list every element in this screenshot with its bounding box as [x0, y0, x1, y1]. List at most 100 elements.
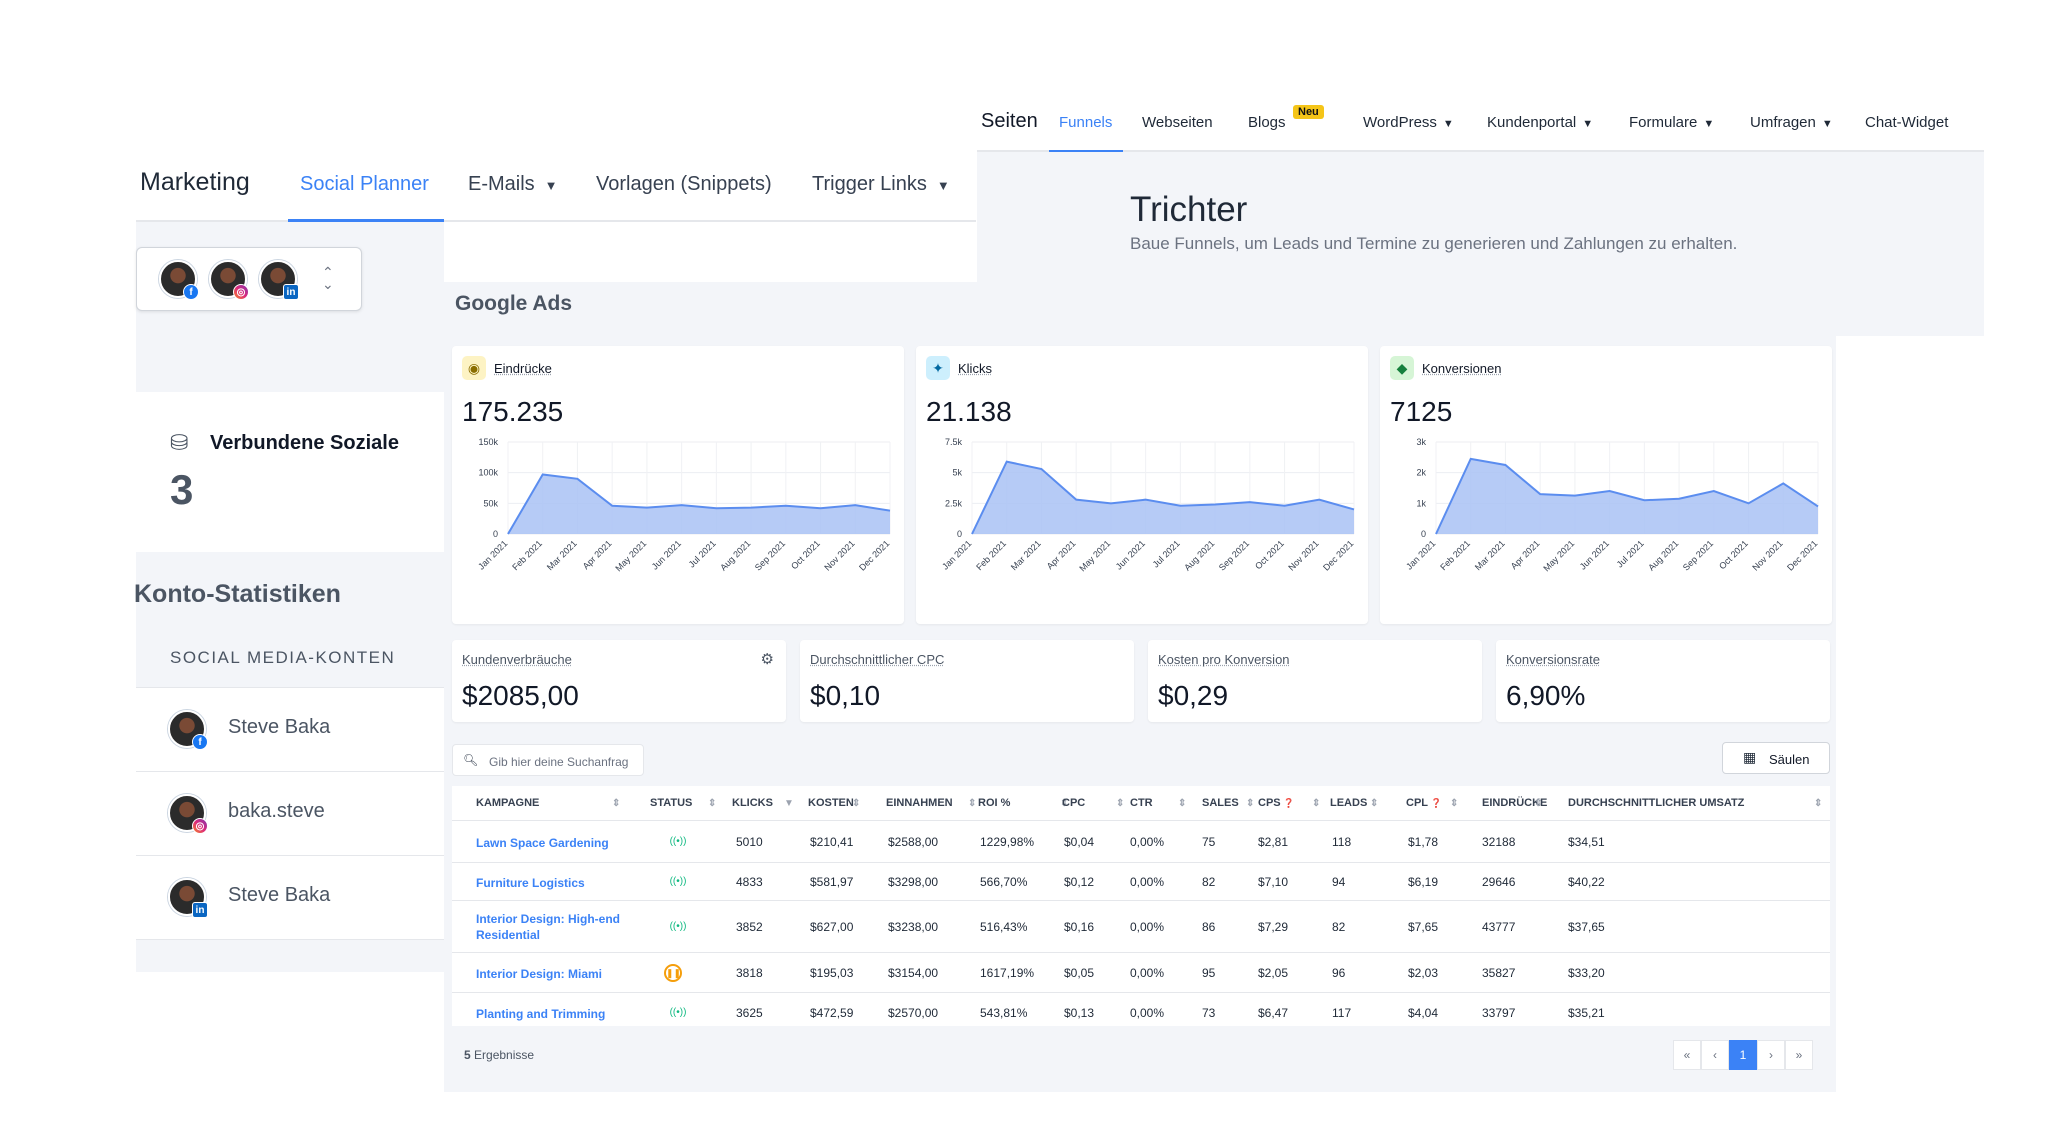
table-cell: $35,21 [1568, 1006, 1605, 1020]
table-row[interactable]: Planting and Trimming ((•)) 3625 $472,59 $25… [452, 992, 1830, 1032]
campaign-link[interactable]: Interior Design: High-end Residential [476, 911, 636, 943]
table-cell: $40,22 [1568, 875, 1605, 889]
page-nav-button[interactable]: « [1673, 1040, 1701, 1070]
account-selector[interactable]: f ◎ in ⌃ ⌄ [136, 247, 362, 311]
sort-icon[interactable]: ⇕ [608, 786, 620, 820]
nav-umfragen[interactable]: Umfragen ▼ [1750, 114, 1833, 131]
column-header[interactable]: LEADS [1330, 786, 1367, 820]
instagram-icon: ◎ [233, 284, 249, 300]
table-cell: $6,47 [1258, 1006, 1289, 1020]
nav-wordpress-label: WordPress [1363, 114, 1437, 131]
campaign-link[interactable]: Furniture Logistics [476, 875, 636, 891]
x-tick-label: Nov 2021 [1286, 538, 1320, 572]
sort-icon[interactable]: ⇕ [1366, 786, 1378, 820]
column-header[interactable]: CPL ❓ [1406, 786, 1442, 820]
table-cell: $210,41 [810, 835, 854, 849]
sort-icon[interactable]: ⇕ [1530, 786, 1542, 820]
kpi-card-cpc: Durchschnittlicher CPC $0,10 [800, 640, 1134, 722]
column-header[interactable]: CTR [1130, 786, 1153, 820]
column-header[interactable]: KOSTEN [808, 786, 854, 820]
sort-icon[interactable]: ⇕ [1112, 786, 1124, 820]
sort-icon[interactable]: ⇕ [1308, 786, 1320, 820]
table-cell: $0,13 [1064, 1006, 1095, 1020]
sort-icon[interactable]: ⇕ [1174, 786, 1186, 820]
column-header[interactable]: CPS ❓ [1258, 786, 1294, 820]
help-icon[interactable]: ❓ [1428, 798, 1442, 808]
kpi-card-conversion-rate: Konversionsrate 6,90% [1496, 640, 1830, 722]
avatar: ◎ [168, 794, 208, 834]
table-row[interactable]: Furniture Logistics ((•)) 4833 $581,97 $3298… [452, 862, 1830, 900]
columns-button[interactable]: ▦ Säulen [1722, 742, 1830, 774]
page-button-current[interactable]: 1 [1729, 1040, 1757, 1070]
page-subtitle: Baue Funnels, um Leads und Termine zu ge… [1130, 234, 1738, 253]
table-cell: $34,51 [1568, 835, 1605, 849]
x-tick-label: Mar 2021 [545, 538, 579, 572]
page-nav-button[interactable]: ‹ [1701, 1040, 1729, 1070]
column-header[interactable]: KAMPAGNE [476, 786, 539, 820]
column-header[interactable]: KLICKS [732, 786, 773, 820]
column-header[interactable]: EINNAHMEN [886, 786, 953, 820]
nav-chat-widget[interactable]: Chat-Widget [1865, 114, 1948, 131]
y-tick-label: 1k [1416, 498, 1426, 508]
nav-webseiten[interactable]: Webseiten [1142, 114, 1213, 131]
x-tick-label: Feb 2021 [510, 538, 544, 572]
table-cell: 1617,19% [980, 966, 1035, 980]
column-header[interactable]: SALES [1202, 786, 1239, 820]
table-cell: $2,03 [1408, 966, 1439, 980]
y-tick-label: 3k [1416, 437, 1426, 447]
chevron-up-down-icon[interactable]: ⌃ ⌄ [322, 265, 334, 291]
campaign-link[interactable]: Lawn Space Gardening [476, 835, 636, 851]
live-status-icon: ((•)) [669, 836, 687, 847]
table-cell: 5010 [736, 835, 763, 849]
search-input[interactable]: 🔍︎ Gib hier deine Suchanfrag [452, 744, 644, 776]
nav-blogs[interactable]: Blogs [1248, 114, 1286, 131]
campaign-link[interactable]: Planting and Trimming [476, 1006, 636, 1022]
nav-wordpress[interactable]: WordPress ▼ [1363, 114, 1454, 131]
column-header-label: KAMPAGNE [476, 797, 540, 809]
list-item[interactable]: ◎ baka.steve [136, 772, 444, 856]
connected-socials-card: ⛁ Verbundene Soziale 3 [136, 392, 444, 552]
column-header[interactable]: STATUS [650, 786, 692, 820]
sort-icon[interactable]: ⇕ [1446, 786, 1458, 820]
sort-icon[interactable]: ⇕ [1810, 786, 1822, 820]
results-count-number: 5 [464, 1048, 471, 1062]
nav-funnels[interactable]: Funnels [1059, 114, 1112, 131]
list-item[interactable]: in Steve Baka [136, 856, 444, 940]
y-tick-label: 0 [957, 529, 962, 539]
table-cell: 96 [1332, 966, 1346, 980]
campaign-link[interactable]: Interior Design: Miami [476, 966, 636, 982]
column-header-label: LEADS [1330, 797, 1368, 809]
sort-icon[interactable]: ⇕ [848, 786, 860, 820]
column-header[interactable]: CPC [1062, 786, 1085, 820]
new-badge: Neu [1293, 105, 1324, 119]
help-icon[interactable]: ❓ [1281, 798, 1294, 808]
table-row[interactable]: Interior Design: Miami ❚❚ 3818 $195,03 $3154… [452, 952, 1830, 992]
column-header[interactable]: DURCHSCHNITTLICHER UMSATZ [1568, 786, 1744, 820]
sort-icon[interactable]: ⇕ [964, 786, 976, 820]
metric-card-impressions: ◉ Eindrücke 175.235 0 50k 100k 150k Jan 2021… [452, 346, 904, 624]
nav-kundenportal[interactable]: Kundenportal ▼ [1487, 114, 1593, 131]
tab-social-planner[interactable]: Social Planner [300, 173, 429, 196]
nav-formulare[interactable]: Formulare ▼ [1629, 114, 1714, 131]
table-row[interactable]: Lawn Space Gardening ((•)) 5010 $210,41 $258… [452, 820, 1830, 862]
table-row[interactable]: Interior Design: High-end Residential ((•… [452, 900, 1830, 952]
tab-vorlagen[interactable]: Vorlagen (Snippets) [596, 173, 772, 196]
tab-trigger-links[interactable]: Trigger Links ▼ [812, 173, 950, 196]
live-status-icon: ((•)) [669, 1007, 687, 1018]
x-tick-label: Sep 2021 [1681, 538, 1715, 572]
page-nav-button[interactable]: › [1757, 1040, 1785, 1070]
table-cell: 0,00% [1130, 920, 1165, 934]
live-status-icon: ((•)) [669, 921, 687, 932]
sort-icon[interactable]: ⇕ [1242, 786, 1254, 820]
page-nav-button[interactable]: » [1785, 1040, 1813, 1070]
diamond-icon: ◆ [1390, 356, 1414, 380]
sort-icon[interactable]: ▼ [780, 786, 794, 820]
table-cell: $2,81 [1258, 835, 1289, 849]
list-item[interactable]: f Steve Baka [136, 688, 444, 772]
gear-icon[interactable]: ⚙ [761, 650, 774, 668]
column-header[interactable]: ROI % [978, 786, 1010, 820]
y-tick-label: 5k [952, 468, 962, 478]
sort-icon[interactable]: ⇕ [704, 786, 716, 820]
tab-emails[interactable]: E-Mails ▼ [468, 173, 558, 196]
table-cell: 29646 [1482, 875, 1516, 889]
